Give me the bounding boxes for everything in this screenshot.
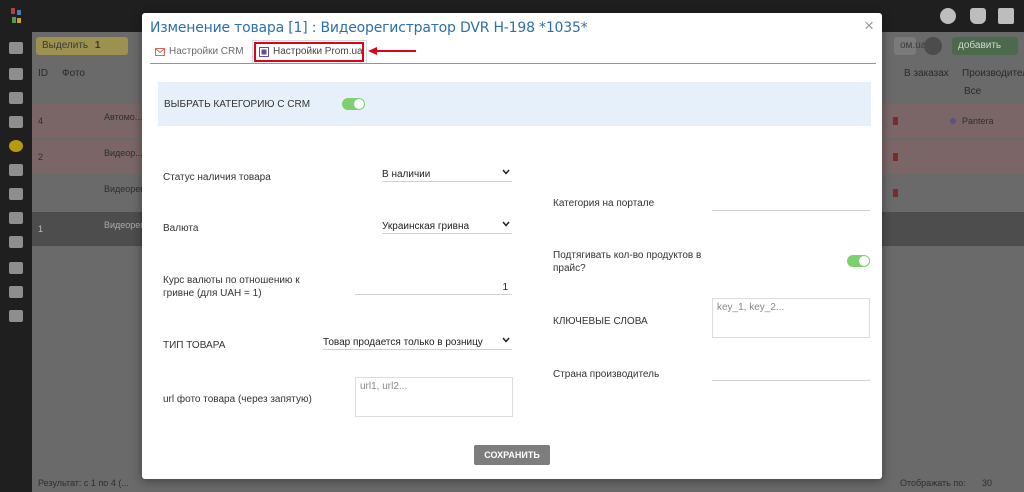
country-input[interactable] [712,367,870,381]
column-in-orders[interactable]: В заказах [904,68,949,79]
user-icon[interactable] [940,8,956,24]
category-toggle[interactable] [342,98,365,110]
type-value: Товар продается только в розницу [323,337,483,348]
highlight-button[interactable]: Выделить 1 [36,37,128,55]
keywords-textarea[interactable]: key_1, key_2... [712,298,870,338]
highlight-box [254,42,364,62]
mail-icon [155,48,165,56]
tab-crm-label: Настройки CRM [169,46,244,57]
maker-dot-icon [950,118,956,124]
type-label: ТИП ТОВАРА [163,340,226,351]
rate-input[interactable]: 1 [355,281,512,295]
highlight-button-label: Выделить [42,40,89,51]
arrow-icon [368,47,416,55]
pull-quantity-toggle[interactable] [847,255,870,267]
per-page-select[interactable]: 30 [982,478,992,488]
row-order-marker [893,153,898,161]
chevron-down-icon [502,221,510,227]
manufacturer-filter[interactable]: Все [964,86,981,97]
prom-button[interactable]: ом.ua [894,37,926,55]
row-id: 4 [38,116,44,126]
row-name: Автомо... [104,112,143,122]
bell-icon[interactable] [970,8,986,24]
bank-icon[interactable] [9,116,23,128]
edit-product-modal: Изменение товара [1] : Видеорегистратор … [142,13,882,479]
currency-value: Украинская гривна [382,221,470,232]
prom-button-label: ом.ua [900,40,927,51]
type-select[interactable]: Товар продается только в розницу [323,335,512,350]
portal-category-input[interactable] [712,197,870,211]
availability-label: Статус наличия товара [163,172,271,183]
tab-divider [150,63,876,64]
currency-label: Валюта [163,223,199,234]
tab-crm-settings[interactable]: Настройки CRM [148,40,248,64]
settings-icon[interactable] [998,8,1014,24]
close-icon[interactable]: × [864,17,874,35]
add-button-label: добавить [958,40,1002,51]
currency-select[interactable]: Украинская гривна [382,219,512,234]
truck-icon[interactable] [9,164,23,176]
highlight-count: 1 [94,40,101,51]
photo-url-textarea[interactable]: url1, url2... [355,377,513,417]
row-id: 1 [38,224,44,234]
list-icon[interactable] [9,188,23,200]
card-icon[interactable] [9,310,23,322]
column-id[interactable]: ID [38,68,48,79]
sidebar [0,32,32,492]
category-toggle-label: ВЫБРАТЬ КАТЕГОРИЮ С CRM [164,99,311,110]
row-order-marker [893,117,898,125]
availability-select[interactable]: В наличии [382,167,512,182]
cart-icon[interactable] [9,68,23,80]
monitor-icon[interactable] [9,42,23,54]
rate-label: Курс валюты по отношению к гривне (для U… [163,275,300,299]
chevron-down-icon [502,169,510,175]
portal-category-label: Категория на портале [553,198,655,209]
row-id: 2 [38,152,44,162]
users-icon[interactable] [9,92,23,104]
row-maker: Pantera [962,116,994,126]
photo-url-label: url фото товара (через запятую) [163,394,312,405]
info-icon[interactable] [9,262,23,274]
result-count: Результат: с 1 по 4 (... [38,478,129,488]
heart-icon[interactable] [9,286,23,298]
pull-quantity-label: Подтягивать кол-во продуктов в прайс? [553,250,702,274]
column-photo[interactable]: Фото [62,68,85,79]
category-panel: ВЫБРАТЬ КАТЕГОРИЮ С CRM [158,82,871,126]
chart-icon[interactable] [9,212,23,224]
chevron-down-icon [502,337,510,343]
coin-icon[interactable] [9,140,23,152]
modal-title: Изменение товара [1] : Видеорегистратор … [150,20,588,36]
country-label: Страна производитель [553,369,660,380]
app-logo-icon [11,8,21,23]
row-order-marker [893,189,898,197]
add-button[interactable]: добавить [952,37,1018,55]
per-page-label: Отображать по: [900,478,966,488]
transfer-icon[interactable] [9,236,23,248]
availability-value: В наличии [382,169,431,180]
row-name: Видеор... [104,148,143,158]
column-manufacturer[interactable]: Производитель [962,68,1024,79]
options-button[interactable] [924,37,942,55]
save-button[interactable]: СОХРАНИТЬ [474,445,550,465]
keywords-label: КЛЮЧЕВЫЕ СЛОВА [553,316,648,327]
